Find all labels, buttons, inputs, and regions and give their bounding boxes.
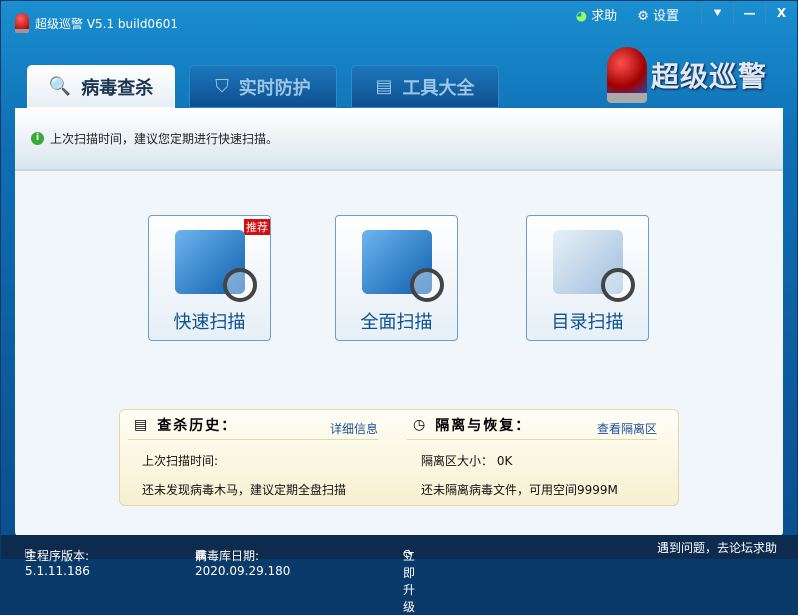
quick-scan-button[interactable]: 推荐快速扫描: [148, 215, 271, 341]
tab-virus-scan[interactable]: 🔍 病毒查杀: [27, 65, 175, 108]
info-icon: i: [31, 132, 44, 145]
document-icon: ▤: [134, 416, 150, 433]
scan-label: 全面扫描: [360, 312, 433, 333]
title-bar: 超级巡警 V5.1 build0601: [15, 13, 178, 33]
view-quarantine-link[interactable]: 查看隔离区: [597, 420, 657, 437]
quarantine-section: ◷ 隔离与恢复： 查看隔离区 隔离区大小： 0K 还未隔离病毒文件，可用空间9999…: [407, 410, 657, 498]
tab-label: 工具大全: [402, 77, 475, 99]
settings-label: 设置: [652, 9, 679, 24]
clock-icon: ◷: [413, 416, 428, 433]
laptop-scan-icon: [174, 230, 257, 302]
monitor-scan-icon: [361, 230, 444, 302]
toolbox-icon: ▤: [375, 76, 393, 97]
info-panel: ▤ 查杀历史： 详细信息 上次扫描时间: 还未发现病毒木马，建议定期全盘扫描 ◷ 隔离…: [119, 409, 679, 506]
main-content: i 上次扫描时间，建议您定期进行快速扫描。 推荐快速扫描 全面扫描 目录扫描 ▤ 查…: [15, 108, 783, 536]
notebook-scan-icon: [552, 230, 635, 302]
history-status: 还未发现病毒木马，建议定期全盘扫描: [142, 483, 347, 497]
quarantine-title: 隔离与恢复：: [435, 417, 532, 434]
last-scan-time: 上次扫描时间:: [142, 454, 219, 468]
version-label: 主程序版本: 5.1.11.186: [25, 549, 90, 578]
quarantine-status: 还未隔离病毒文件，可用空间9999M: [421, 483, 618, 497]
scan-label: 目录扫描: [551, 312, 624, 333]
details-link[interactable]: 详细信息: [330, 420, 378, 437]
siren-icon: [15, 13, 29, 33]
notice-text: 上次扫描时间，建议您定期进行快速扫描。: [50, 132, 279, 146]
recommend-badge: 推荐: [244, 219, 270, 235]
status-bar: ⎘ 主程序版本: 5.1.11.186 ▦ 病毒库日期: 2020.09.29.…: [1, 535, 798, 614]
gear-icon: ⚙: [637, 9, 649, 24]
tab-realtime-protection[interactable]: ⛉ 实时防护: [189, 65, 337, 108]
history-title: 查杀历史：: [157, 417, 238, 434]
close-button[interactable]: X: [765, 1, 797, 25]
db-date-label: 病毒库日期: 2020.09.29.180: [195, 549, 291, 578]
minimize-button[interactable]: —: [733, 1, 765, 25]
menu-button[interactable]: ⯆: [701, 1, 733, 25]
siren-icon: [606, 47, 647, 103]
help-label: 求助: [591, 9, 618, 24]
quarantine-size: 隔离区大小： 0K: [421, 454, 513, 468]
shield-icon: ⛉: [215, 76, 229, 97]
settings-button[interactable]: ⚙ 设置: [637, 5, 679, 24]
update-label: 立即升级: [403, 549, 416, 614]
history-section: ▤ 查杀历史： 详细信息 上次扫描时间: 还未发现病毒木马，建议定期全盘扫描: [128, 410, 378, 498]
full-scan-button[interactable]: 全面扫描: [335, 215, 458, 341]
notice-bar: i 上次扫描时间，建议您定期进行快速扫描。: [15, 108, 783, 171]
app-window: 超级巡警 V5.1 build0601 ◕ 求助 ⚙ 设置 ⯆ — X 超级巡警…: [0, 0, 798, 614]
search-icon: 🔍: [48, 76, 72, 97]
brand-text: 超级巡警: [650, 60, 767, 93]
tab-label: 实时防护: [238, 77, 311, 99]
forum-link[interactable]: 遇到问题，去论坛求助: [657, 539, 777, 556]
tab-tools[interactable]: ▤ 工具大全: [351, 65, 499, 108]
help-icon: ◕: [575, 9, 588, 24]
scan-label: 快速扫描: [173, 312, 246, 333]
help-button[interactable]: ◕ 求助: [576, 5, 618, 24]
app-title: 超级巡警 V5.1 build0601: [35, 16, 178, 31]
directory-scan-button[interactable]: 目录扫描: [526, 215, 649, 341]
brand-logo: 超级巡警: [606, 47, 767, 103]
tab-label: 病毒查杀: [81, 77, 154, 99]
